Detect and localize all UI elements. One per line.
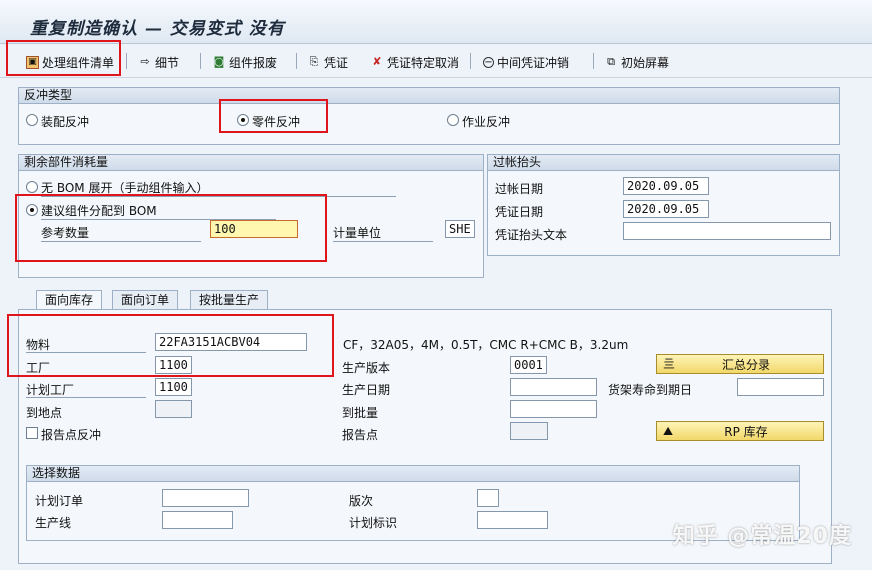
production-line-label: 生产线 (35, 516, 72, 530)
tab-make-to-stock[interactable]: 面向库存 (36, 290, 103, 311)
shelf-life-label: 货架寿命到期日 (608, 383, 693, 397)
divider-line (26, 397, 146, 398)
toolbar-separator (296, 53, 297, 69)
application-toolbar: ▣ 处理组件清单 ⇨ 细节 ◙ 组件报废 ⎘ 凭证 ✘ 凭证特定取消 − 中间凭… (0, 44, 872, 78)
production-line-input[interactable] (162, 511, 233, 529)
reversal-type-group: 反冲类型 (18, 87, 840, 145)
planned-order-label: 计划订单 (35, 494, 84, 508)
page-title: 重复制造确认 — 交易变式 没有 (30, 19, 285, 39)
header-text-label: 凭证抬头文本 (495, 228, 568, 242)
reversal-type-header: 反冲类型 (19, 88, 839, 104)
watermark: 知乎 @常温20度 (672, 524, 852, 549)
details-button[interactable]: ⇨ 细节 (138, 53, 179, 71)
highlight-box-toolbar (6, 40, 121, 76)
radio-label-assembly: 装配反冲 (41, 115, 90, 129)
initial-screen-button[interactable]: ⧉ 初始屏幕 (604, 53, 669, 71)
summary-entry-button[interactable]: 亖 汇总分录 (656, 354, 824, 374)
summary-icon: 亖 (663, 357, 676, 371)
toolbar-separator (200, 53, 201, 69)
uom-input[interactable]: SHE (445, 220, 475, 238)
version-label: 版次 (349, 494, 374, 508)
material-description: CF，32A05，4M，0.5T，CMC R+CMC B，3.2um (343, 338, 629, 352)
report-point-backflush-label: 报告点反冲 (41, 428, 102, 442)
production-date-input[interactable] (510, 378, 597, 396)
radio-no-bom-explosion[interactable] (26, 181, 38, 193)
posting-date-label: 过帐日期 (495, 182, 544, 196)
title-bar: 重复制造确认 — 交易变式 没有 (0, 0, 872, 44)
production-date-label: 生产日期 (342, 383, 391, 397)
rp-stock-icon: ⛰ (663, 424, 674, 438)
plan-id-label: 计划标识 (349, 516, 398, 530)
highlight-box-material-plant (7, 314, 334, 377)
toolbar-separator (470, 53, 471, 69)
to-location-input[interactable] (155, 400, 192, 418)
posting-date-input[interactable]: 2020.09.05 (623, 177, 709, 195)
component-scrap-button[interactable]: ◙ 组件报废 (212, 53, 277, 71)
remaining-consumption-header: 剩余部件消耗量 (19, 155, 483, 171)
minus-circle-icon: − (483, 56, 494, 68)
highlight-box-component-backflush (219, 99, 328, 133)
production-version-label: 生产版本 (342, 361, 391, 375)
detail-arrow-icon: ⇨ (140, 55, 150, 68)
to-batch-label: 到批量 (342, 406, 379, 420)
plan-id-input[interactable] (477, 511, 548, 529)
divider-line (333, 241, 433, 242)
report-point-input[interactable] (510, 422, 548, 440)
production-version-input[interactable]: 0001 (510, 356, 547, 374)
rp-stock-button[interactable]: ⛰ RP 库存 (656, 421, 824, 441)
tab-batch-production[interactable]: 按批量生产 (190, 290, 269, 310)
radio-activity-backflush[interactable] (447, 114, 459, 126)
planning-plant-input[interactable]: 1100 (155, 378, 192, 396)
document-icon: ⎘ (309, 55, 319, 68)
selection-data-header: 选择数据 (27, 466, 799, 482)
document-button[interactable]: ⎘ 凭证 (307, 53, 348, 71)
radio-assembly-backflush[interactable] (26, 114, 38, 126)
interim-document-reversal-button[interactable]: − 中间凭证冲销 (483, 53, 569, 71)
toolbar-separator (126, 53, 127, 69)
toolbar-separator (593, 53, 594, 69)
report-point-label: 报告点 (342, 428, 379, 442)
planned-order-input[interactable] (162, 489, 249, 507)
header-text-input[interactable] (623, 222, 831, 240)
highlight-box-assign-bom (15, 194, 327, 262)
to-batch-input[interactable] (510, 400, 597, 418)
to-location-label: 到地点 (26, 406, 63, 420)
document-date-label: 凭证日期 (495, 205, 544, 219)
radio-label-activity: 作业反冲 (462, 115, 511, 129)
posting-header-header: 过帐抬头 (488, 155, 839, 171)
document-specific-cancel-button[interactable]: ✘ 凭证特定取消 (370, 53, 459, 71)
shelf-life-input[interactable] (737, 378, 824, 396)
tab-make-to-order[interactable]: 面向订单 (112, 290, 179, 310)
report-point-backflush-checkbox[interactable] (26, 427, 38, 439)
planning-plant-label: 计划工厂 (26, 383, 75, 397)
version-input[interactable] (477, 489, 499, 507)
initial-screen-icon: ⧉ (607, 55, 615, 68)
scrap-icon: ◙ (213, 55, 225, 68)
cancel-document-icon: ✘ (372, 55, 382, 68)
document-date-input[interactable]: 2020.09.05 (623, 200, 709, 218)
uom-label: 计量单位 (333, 226, 382, 240)
